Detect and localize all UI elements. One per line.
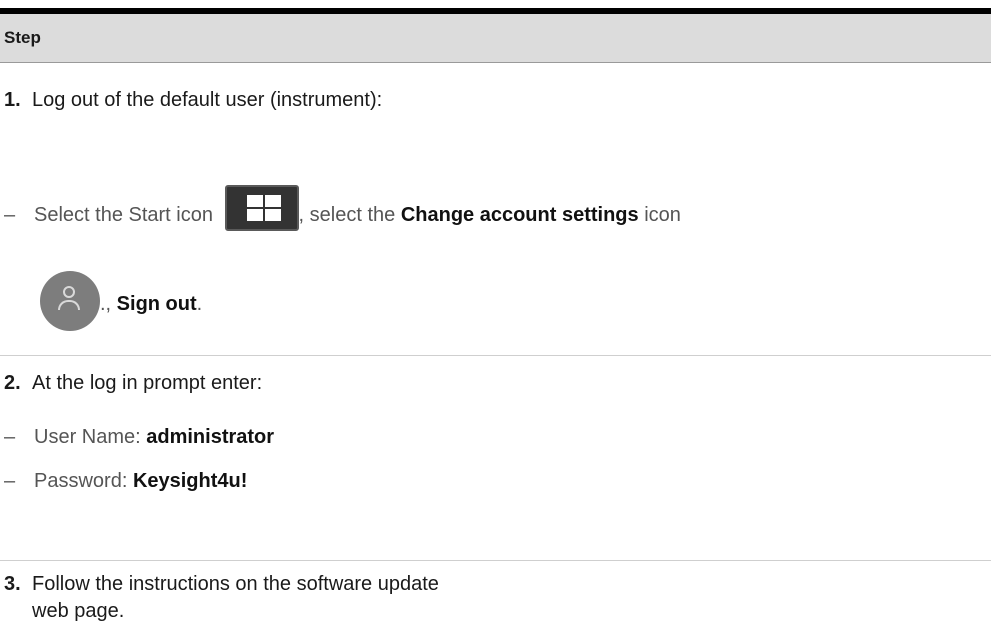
substep-username: – User Name: administrator <box>4 424 274 451</box>
sign-out-label: Sign out <box>116 293 197 315</box>
substep-text-5: . <box>196 293 203 315</box>
step-number: 2. <box>4 372 21 394</box>
step-row-3: 3. Follow the instructions on the softwar… <box>0 560 991 630</box>
procedure-table: Step 1. Log out of the default user (inst… <box>0 8 991 630</box>
table-header: Step <box>0 14 991 63</box>
step-3-line: 3. Follow the instructions on the softwar… <box>4 571 439 598</box>
step-text-line-2: web page. <box>32 600 125 622</box>
step-3-line-2: web page. <box>32 598 124 625</box>
step-text: At the log in prompt enter: <box>32 372 263 394</box>
change-account-settings-label: Change account settings <box>400 204 639 226</box>
password-value: Keysight4u! <box>132 470 248 492</box>
dash-bullet: – <box>4 426 16 448</box>
step-row-2: 2. At the log in prompt enter: – User Name… <box>0 355 991 560</box>
step-text-line-1: Follow the instructions on the software … <box>32 573 439 595</box>
step-1-line: 1. Log out of the default user (instrumen… <box>4 87 382 114</box>
substep-text-1: Select the Start icon <box>34 204 213 226</box>
step-row-1: 1. Log out of the default user (instrumen… <box>0 63 991 355</box>
password-label: Password: <box>34 470 133 492</box>
step-number: 3. <box>4 573 21 595</box>
substep-text-4: ., <box>100 293 117 315</box>
header-label: Step <box>4 28 41 47</box>
username-label: User Name: <box>34 426 147 448</box>
substep-text-2: , select the <box>298 204 401 226</box>
username-value: administrator <box>146 426 275 448</box>
dash-bullet: – <box>4 470 16 492</box>
account-user-icon <box>40 271 100 331</box>
substep-start-line: – Select the Start icon , select the Chan… <box>4 185 681 231</box>
step-text: Log out of the default user (instrument)… <box>32 89 383 111</box>
step-2-line: 2. At the log in prompt enter: <box>4 370 262 397</box>
substep-signout-line: ., Sign out. <box>100 291 202 318</box>
dash-bullet: – <box>4 204 16 226</box>
substep-password: – Password: Keysight4u! <box>4 468 247 495</box>
step-number: 1. <box>4 89 21 111</box>
substep-text-3: icon <box>638 204 681 226</box>
windows-start-icon <box>224 185 299 231</box>
